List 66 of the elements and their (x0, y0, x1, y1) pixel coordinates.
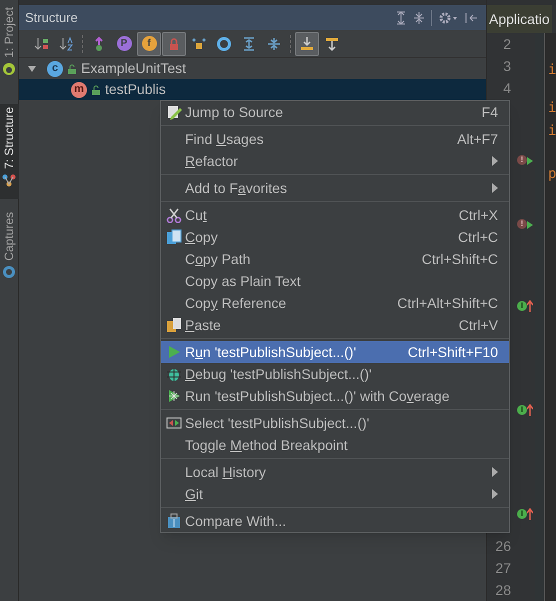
collapse-icon[interactable] (413, 10, 425, 24)
line-number: 28 (495, 581, 511, 600)
menu-item[interactable]: Run 'testPublishSubject...()' with Coverage (161, 385, 509, 407)
code-line: i (548, 61, 556, 80)
panel-title: Structure (25, 8, 78, 27)
menu-item[interactable]: Add to Favorites (161, 177, 509, 199)
paste-icon (166, 317, 182, 333)
collapse-all-icon (266, 36, 282, 52)
menu-item[interactable]: Copy Ctrl+C (161, 226, 509, 248)
toolbar-button[interactable] (295, 32, 319, 56)
tool-window-tab[interactable]: 1: Project (0, 4, 18, 94)
menu-item[interactable]: Jump to Source F4 (161, 101, 509, 123)
expanded-arrow-icon[interactable] (27, 64, 37, 74)
menu-item[interactable]: Copy as Plain Text (161, 270, 509, 292)
menu-item[interactable]: Local History (161, 461, 509, 483)
code-line: p (548, 165, 556, 184)
ring-icon (216, 36, 232, 52)
toolbar-button[interactable]: P (112, 32, 136, 56)
line-number: 26 (495, 537, 511, 556)
menu-item[interactable]: Git (161, 483, 509, 505)
expand-all-icon (241, 36, 257, 52)
tree-item-label: testPublis (105, 80, 166, 99)
fields-icon (191, 36, 207, 52)
code-line: i (548, 122, 556, 141)
unlocked-icon (67, 62, 77, 74)
copy-icon (166, 229, 182, 245)
tool-window-tab[interactable]: Captures (0, 209, 18, 289)
menu-item[interactable]: Toggle Method Breakpoint (161, 434, 509, 456)
line-number: 2 (503, 35, 511, 54)
nodes-icon (2, 173, 16, 188)
edit-source-icon (166, 104, 182, 120)
menu-item[interactable]: Run 'testPublishSubject...()' Ctrl+Shift+F10 (161, 341, 509, 363)
menu-item[interactable]: Refactor (161, 150, 509, 172)
tree-row[interactable]: c ExampleUnitTest (19, 58, 486, 79)
menu-item[interactable]: Debug 'testPublishSubject...()' (161, 363, 509, 385)
select-target-icon (166, 415, 182, 431)
autoscroll-icon (324, 36, 340, 52)
menu-item[interactable]: Paste Ctrl+V (161, 314, 509, 336)
line-number: 4 (503, 79, 511, 98)
method-icon: m (71, 82, 87, 98)
autoscroll-icon (299, 36, 315, 52)
sort-icon (33, 36, 49, 52)
unlocked-icon (91, 84, 101, 96)
editor-tab[interactable]: Applicatio (487, 5, 552, 33)
line-number: 3 (503, 57, 511, 76)
scissors-icon (166, 207, 182, 223)
class-icon: c (47, 60, 63, 76)
menu-item[interactable]: Copy Path Ctrl+Shift+C (161, 248, 509, 270)
line-number: 27 (495, 559, 511, 578)
run-icon (166, 344, 182, 360)
hide-icon[interactable] (464, 10, 478, 24)
menu-item[interactable]: Find Usages Alt+F7 (161, 128, 509, 150)
sort-alpha-icon (58, 36, 74, 52)
menu-item[interactable]: Copy Reference Ctrl+Alt+Shift+C (161, 292, 509, 314)
settings-icon[interactable] (438, 10, 458, 24)
code-line: i (548, 99, 556, 118)
tree-item-label: ExampleUnitTest (81, 59, 186, 78)
menu-item[interactable]: Cut Ctrl+X (161, 204, 509, 226)
menu-item[interactable]: Select 'testPublishSubject...()' (161, 412, 509, 434)
expand-icon[interactable] (395, 10, 407, 24)
toolbar-button[interactable]: f (137, 32, 161, 56)
run-coverage-icon (166, 388, 182, 404)
tool-window-tab[interactable]: 7: Structure (0, 104, 18, 199)
bug-icon (166, 366, 182, 382)
menu-item[interactable]: Compare With... (161, 510, 509, 532)
tree-row[interactable]: m testPublis (19, 79, 486, 100)
